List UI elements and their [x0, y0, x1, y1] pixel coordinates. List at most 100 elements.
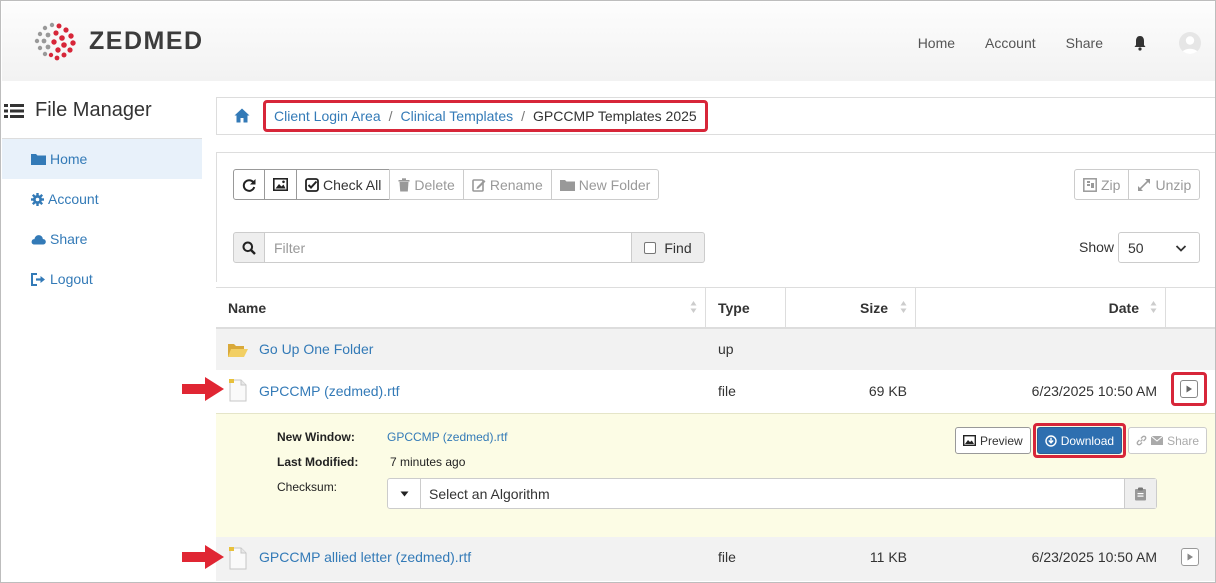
delete-label: Delete: [414, 176, 455, 193]
breadcrumb-separator: /: [388, 108, 393, 124]
cloud-icon: [31, 234, 46, 244]
expand-row-button[interactable]: [1180, 380, 1198, 398]
image-icon: [963, 435, 976, 446]
clipboard-icon[interactable]: [1124, 479, 1156, 508]
logo-icon: [34, 22, 76, 61]
unzip-label: Unzip: [1155, 176, 1192, 193]
archive-tools: Zip Unzip: [1074, 169, 1201, 200]
go-up-link[interactable]: Go Up One Folder: [259, 341, 373, 357]
header: ZEDMED Home Account Share: [2, 2, 1215, 81]
sidebar: File Manager Home Account Share Logout: [2, 81, 202, 582]
row-type: file: [718, 549, 736, 565]
envelope-icon: [1151, 436, 1164, 445]
new-folder-label: New Folder: [578, 176, 651, 193]
show-label: Show: [1079, 239, 1115, 255]
trash-icon: [398, 177, 410, 191]
breadcrumb-client-login-area[interactable]: Client Login Area: [274, 108, 381, 124]
sidebar-item-share[interactable]: Share: [2, 219, 202, 259]
preview-button[interactable]: Preview: [955, 427, 1031, 454]
avatar[interactable]: [1179, 32, 1201, 54]
breadcrumb-clinical-templates[interactable]: Clinical Templates: [401, 108, 514, 124]
share-button[interactable]: Share: [1128, 427, 1208, 454]
column-name[interactable]: Name: [216, 288, 706, 328]
filter-group: Filter Find: [233, 232, 705, 263]
nav-home[interactable]: Home: [918, 35, 955, 51]
nav-account[interactable]: Account: [985, 35, 1036, 51]
sidebar-item-label: Account: [48, 191, 99, 207]
file-name-link[interactable]: GPCCMP allied letter (zedmed).rtf: [259, 549, 471, 565]
page-size-select[interactable]: 50: [1118, 232, 1200, 263]
filter-input[interactable]: Filter: [265, 232, 632, 263]
annotation-arrow-icon: [182, 545, 224, 569]
download-highlight: Download: [1032, 423, 1127, 458]
rename-button[interactable]: Rename: [462, 169, 552, 200]
refresh-icon: [242, 178, 256, 192]
file-details-panel: New Window: GPCCMP (zedmed).rtf Last Mod…: [216, 413, 1215, 537]
sidebar-item-label: Share: [50, 231, 88, 247]
checksum-algorithm-select[interactable]: Select an Algorithm: [387, 478, 1157, 509]
toolbar: Check All Delete Rename New Folder: [233, 169, 660, 200]
play-icon: [1187, 553, 1193, 561]
checksum-label: Checksum:: [277, 480, 338, 494]
row-date: 6/23/2025 10:50 AM: [1031, 549, 1157, 565]
row-date: 6/23/2025 10:50 AM: [1031, 383, 1157, 399]
row-size: 11 KB: [869, 549, 907, 565]
archive-icon: [1083, 177, 1097, 192]
check-all-button[interactable]: Check All: [296, 169, 391, 200]
last-modified-label: Last Modified:: [277, 455, 359, 469]
edit-icon: [472, 178, 486, 192]
table-row[interactable]: GPCCMP allied letter (zedmed).rtf file 1…: [216, 537, 1215, 581]
column-size[interactable]: Size: [786, 288, 916, 328]
delete-button[interactable]: Delete: [389, 169, 464, 200]
new-window-link[interactable]: GPCCMP (zedmed).rtf: [387, 430, 507, 444]
refresh-button[interactable]: [233, 169, 265, 200]
sidebar-item-home[interactable]: Home: [2, 139, 202, 179]
breadcrumb-separator: /: [521, 108, 525, 124]
bell-icon[interactable]: [1133, 35, 1147, 51]
new-window-label: New Window:: [277, 430, 355, 444]
table-row[interactable]: GPCCMP (zedmed).rtf file 69 KB 6/23/2025…: [216, 370, 1215, 413]
logo[interactable]: ZEDMED: [29, 20, 204, 62]
unzip-button[interactable]: Unzip: [1128, 169, 1201, 200]
image-icon: [273, 178, 288, 191]
file-name-link[interactable]: GPCCMP (zedmed).rtf: [259, 383, 400, 399]
column-type[interactable]: Type: [706, 288, 786, 328]
table-header: Name Type Size Date: [216, 287, 1215, 329]
nav-share[interactable]: Share: [1066, 35, 1103, 51]
find-label: Find: [664, 239, 692, 256]
search-icon-addon: [233, 232, 265, 263]
last-modified-value: 7 minutes ago: [390, 455, 466, 469]
sidebar-item-account[interactable]: Account: [2, 179, 202, 219]
sidebar-item-label: Home: [50, 151, 88, 167]
sidebar-title-text: File Manager: [35, 99, 152, 121]
home-icon[interactable]: [234, 108, 250, 123]
sort-icon: [1150, 301, 1157, 313]
expand-icon: [1138, 178, 1151, 191]
file-icon: [229, 547, 247, 570]
annotation-arrow-icon: [182, 377, 224, 401]
table-row[interactable]: Go Up One Folder up: [216, 329, 1215, 370]
sidebar-item-logout[interactable]: Logout: [2, 259, 202, 299]
search-icon: [242, 241, 256, 255]
thumbnail-toggle-button[interactable]: [264, 169, 297, 200]
find-checkbox[interactable]: [644, 241, 657, 254]
new-folder-button[interactable]: New Folder: [550, 169, 660, 200]
caret-down-icon[interactable]: [388, 479, 421, 508]
column-date[interactable]: Date: [916, 288, 1166, 328]
link-icon: [1136, 435, 1147, 446]
expand-row-button[interactable]: [1181, 548, 1199, 566]
download-icon: [1044, 434, 1057, 447]
check-all-label: Check All: [323, 176, 382, 193]
row-type: file: [718, 383, 736, 399]
zip-button[interactable]: Zip: [1074, 169, 1130, 200]
sidebar-item-label: Logout: [50, 271, 93, 287]
breadcrumb: Client Login Area / Clinical Templates /…: [263, 100, 708, 132]
download-button[interactable]: Download: [1036, 427, 1123, 454]
row-size: 69 KB: [868, 383, 907, 399]
logout-icon: [31, 272, 45, 286]
sidebar-title: File Manager: [4, 99, 152, 122]
folder-icon: [31, 154, 46, 165]
find-toggle[interactable]: Find: [632, 232, 705, 263]
play-icon: [1186, 385, 1192, 393]
breadcrumb-bar: Client Login Area / Clinical Templates /…: [216, 97, 1215, 135]
